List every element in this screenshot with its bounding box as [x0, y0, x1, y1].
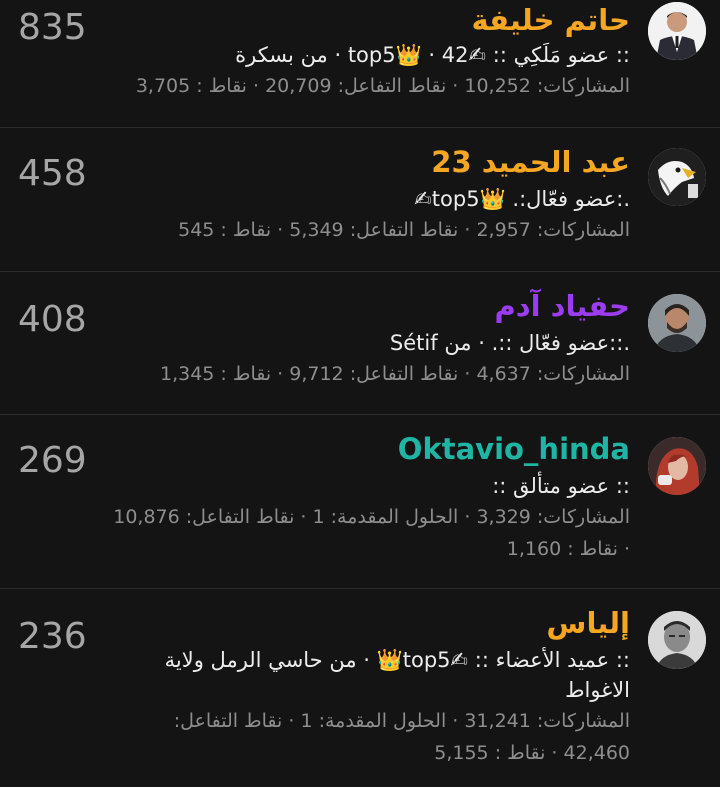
member-info: حاتم خليفة :: عضو مَلَكِي :: ✍top5👑 · 42… — [110, 2, 630, 102]
member-rank: .::عضو فعّال ::. · من Sétif — [389, 331, 630, 355]
member-name[interactable]: عبد الحميد 23 — [110, 144, 630, 180]
member-rank: .:عضو فعّال:. 👑top5✍ — [414, 187, 630, 211]
member-score: 835 — [18, 7, 87, 48]
member-stats: المشاركات: 10,252 · نقاط التفاعل: 20,709… — [135, 75, 630, 97]
list-item[interactable]: 458 عبد الحميد 23 .:عضو فعّال:. 👑top5✍ ا… — [0, 128, 720, 272]
member-name[interactable]: Oktavio_hinda — [110, 431, 630, 467]
list-item[interactable]: 236 إلياس :: عميد الأعضاء :: ✍top5👑 · من… — [0, 589, 720, 787]
list-item[interactable]: 408 حفياد آدم .::عضو فعّال ::. · من Séti… — [0, 272, 720, 415]
member-rank: :: عضو متألق :: — [492, 474, 630, 498]
avatar[interactable] — [648, 148, 706, 206]
avatar[interactable] — [648, 611, 706, 669]
member-name[interactable]: حاتم خليفة — [110, 2, 630, 38]
avatar[interactable] — [648, 294, 706, 352]
member-name[interactable]: إلياس — [110, 605, 630, 641]
member-rank: :: عضو مَلَكِي :: ✍top5👑 · 42 · من بسكرة — [235, 43, 630, 67]
member-stats: المشاركات: 4,637 · نقاط التفاعل: 9,712 ·… — [159, 363, 630, 385]
member-info: حفياد آدم .::عضو فعّال ::. · من Sétif ال… — [110, 288, 630, 390]
member-stats: المشاركات: 3,329 · الحلول المقدمة: 1 · ن… — [113, 506, 630, 560]
member-rank: :: عميد الأعضاء :: ✍top5👑 · من حاسي الرم… — [164, 648, 630, 702]
member-score: 408 — [18, 299, 87, 340]
member-stats: المشاركات: 2,957 · نقاط التفاعل: 5,349 ·… — [178, 219, 630, 241]
member-score: 458 — [18, 153, 87, 194]
member-info: Oktavio_hinda :: عضو متألق :: المشاركات:… — [110, 431, 630, 565]
member-info: إلياس :: عميد الأعضاء :: ✍top5👑 · من حاس… — [110, 605, 630, 769]
list-item[interactable]: 835 حاتم خليفة :: عضو مَلَكِي :: ✍top5👑 … — [0, 0, 720, 128]
leaderboard-list: 835 حاتم خليفة :: عضو مَلَكِي :: ✍top5👑 … — [0, 0, 720, 787]
member-score: 269 — [18, 440, 87, 481]
member-score: 236 — [18, 616, 87, 657]
member-name[interactable]: حفياد آدم — [110, 288, 630, 324]
list-item[interactable]: 269 Oktavio_hinda :: عضو متألق :: المشار… — [0, 415, 720, 589]
member-info: عبد الحميد 23 .:عضو فعّال:. 👑top5✍ المشا… — [110, 144, 630, 246]
avatar[interactable] — [648, 2, 706, 60]
member-stats: المشاركات: 31,241 · الحلول المقدمة: 1 · … — [173, 710, 630, 764]
avatar[interactable] — [648, 437, 706, 495]
